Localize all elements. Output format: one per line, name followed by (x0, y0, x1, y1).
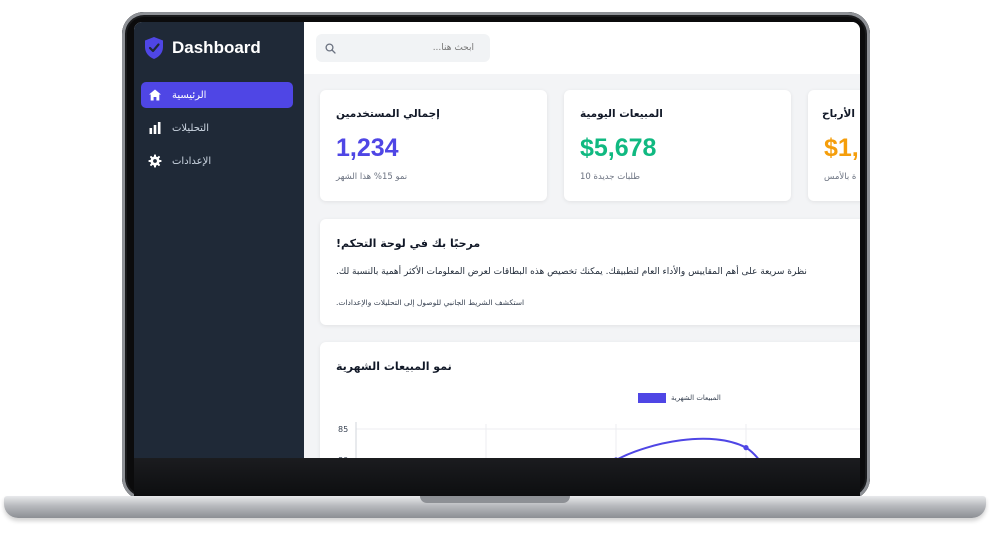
gear-icon (148, 154, 162, 168)
search-icon (325, 42, 336, 54)
main-content: إجمالي المستخدمين 1,234 نمو 15% هذا الشه… (304, 22, 860, 458)
sidebar-item-label: التحليلات (172, 122, 210, 134)
home-icon (149, 89, 161, 101)
stat-title: الأرباح (822, 108, 855, 120)
brand[interactable]: Dashboard (144, 34, 261, 62)
sidebar-item-label: الإعدادات (172, 155, 212, 167)
y-tick-label: 80 (338, 456, 348, 458)
sidebar: Dashboard الرئيسية التحليلات الإعدادات (134, 22, 304, 458)
sidebar-item-analytics[interactable]: التحليلات (141, 115, 293, 141)
data-point (743, 445, 749, 451)
sales-chart-card: نمو المبيعات الشهرية المبيعات الشهرية 85… (320, 342, 860, 458)
sidebar-item-home[interactable]: الرئيسية (141, 82, 293, 108)
search-input[interactable] (342, 42, 476, 54)
stat-subtext: ة بالأمس (824, 172, 857, 182)
stat-subtext: نمو 15% هذا الشهر (336, 172, 408, 182)
stat-title: إجمالي المستخدمين (336, 108, 440, 120)
top-bar (304, 22, 860, 74)
shield-check-icon (145, 37, 163, 59)
stat-value: $1, (824, 134, 859, 162)
stat-card-users: إجمالي المستخدمين 1,234 نمو 15% هذا الشه… (320, 90, 547, 201)
stat-value: $5,678 (580, 134, 657, 162)
y-tick-label: 85 (338, 425, 348, 434)
sales-line-chart: 85 80 (338, 422, 860, 458)
stat-card-profits: الأرباح $1, ة بالأمس (808, 90, 860, 201)
screen: Dashboard الرئيسية التحليلات الإعدادات ا… (134, 22, 860, 458)
welcome-card: مرحبًا بك في لوحة التحكم! نظرة سريعة على… (320, 219, 860, 325)
sidebar-item-label: الرئيسية (172, 89, 207, 101)
welcome-text: نظرة سريعة على أهم المقاييس والأداء العا… (336, 267, 807, 277)
welcome-title: مرحبًا بك في لوحة التحكم! (336, 237, 481, 250)
sidebar-item-settings[interactable]: الإعدادات (141, 148, 293, 174)
stat-subtext: 10 طلبات جديدة (580, 172, 640, 182)
sidebar-nav: الرئيسية التحليلات الإعدادات (141, 82, 293, 181)
stat-card-daily-sales: المبيعات اليومية $5,678 10 طلبات جديدة (564, 90, 791, 201)
laptop-notch (420, 496, 570, 503)
stat-title: المبيعات اليومية (580, 108, 663, 120)
data-point (614, 457, 618, 458)
laptop-keyboard-reflection (134, 458, 860, 496)
welcome-note: استكشف الشريط الجانبي للوصول إلى التحليل… (336, 298, 525, 307)
stat-value: 1,234 (336, 134, 399, 162)
search-box[interactable] (316, 34, 490, 62)
bar-chart-icon (149, 122, 161, 134)
brand-title: Dashboard (172, 38, 261, 57)
